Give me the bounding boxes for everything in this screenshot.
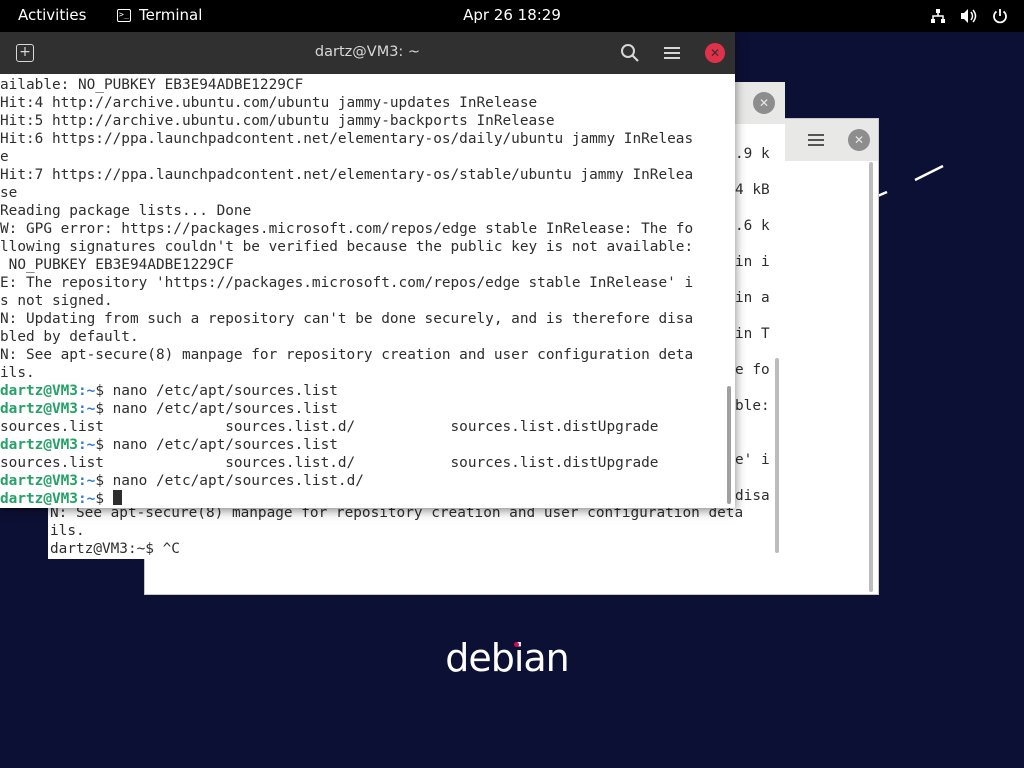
text-cursor <box>112 490 122 505</box>
search-icon[interactable] <box>620 43 640 63</box>
close-icon[interactable]: ✕ <box>705 43 725 63</box>
background-terminal-tail: N: See apt-secure(8) manpage for reposit… <box>50 504 772 558</box>
background-terminal-line: ils. <box>50 523 85 539</box>
prompt-path: :~ <box>77 437 96 453</box>
terminal-output-line: N: See apt-secure(8) manpage for reposit… <box>0 346 722 364</box>
prompt-user: dartz@VM3 <box>0 437 78 453</box>
terminal-output-line: s not signed. <box>0 292 722 310</box>
prompt-user: dartz@VM3 <box>0 473 78 489</box>
terminal-prompt-line: dartz@VM3:~$ nano /etc/apt/sources.list <box>0 436 722 454</box>
prompt-user: dartz@VM3 <box>0 401 78 417</box>
terminal-output-line: ils. <box>0 364 722 382</box>
system-tray[interactable] <box>930 8 1008 24</box>
terminal-prompt-line: dartz@VM3:~$ nano /etc/apt/sources.list <box>0 400 722 418</box>
line-text: se <box>0 185 18 201</box>
terminal-prompt-line: dartz@VM3:~$ nano /etc/apt/sources.list.… <box>0 472 722 490</box>
desktop-decoration-line <box>873 164 944 200</box>
terminal-output-line: N: Updating from such a repository can't… <box>0 310 722 328</box>
line-text: e <box>0 149 9 165</box>
line-text: sources.list sources.list.d/ sources.lis… <box>0 455 659 471</box>
terminal-output-line: ailable: NO_PUBKEY EB3E94ADBE1229CF <box>0 76 722 94</box>
background-text-fragment: in i <box>735 254 770 270</box>
background-text-fragment: in T <box>735 326 770 342</box>
background-terminal-text: .9 k4 kB .6 k in i in a in Te fo ble: e' i disa <box>735 145 770 523</box>
debian-logo: debian <box>445 636 570 680</box>
scrollbar[interactable] <box>775 358 779 553</box>
terminal-output-line: Hit:4 http://archive.ubuntu.com/ubuntu j… <box>0 94 722 112</box>
line-text: N: See apt-secure(8) manpage for reposit… <box>0 347 694 363</box>
prompt-path: :~ <box>77 491 96 507</box>
clock[interactable]: Apr 26 18:29 <box>0 6 1024 24</box>
terminal-output-line: Hit:5 http://archive.ubuntu.com/ubuntu j… <box>0 112 722 130</box>
line-text: $ nano /etc/apt/sources.list <box>95 437 338 453</box>
terminal-window[interactable]: + dartz@VM3: ~ ✕ ailable: NO_PUBKEY EB3E… <box>0 32 735 508</box>
terminal-output-line: bled by default. <box>0 328 722 346</box>
terminal-output-line: sources.list sources.list.d/ sources.lis… <box>0 418 722 436</box>
terminal-output-line: se <box>0 184 722 202</box>
background-text-fragment: .9 k <box>735 146 770 162</box>
line-text: s not signed. <box>0 293 113 309</box>
terminal-output-line: Reading package lists... Done <box>0 202 722 220</box>
terminal-output-line: NO_PUBKEY EB3E94ADBE1229CF <box>0 256 722 274</box>
line-text: llowing signatures couldn't be verified … <box>0 239 694 255</box>
line-text: ils. <box>0 365 35 381</box>
background-terminal-line: dartz@VM3:~$ ^C <box>50 541 180 557</box>
terminal-output-line: E: The repository 'https://packages.micr… <box>0 274 722 292</box>
prompt-path: :~ <box>77 401 96 417</box>
line-text: Reading package lists... Done <box>0 203 252 219</box>
background-text-fragment: 4 kB <box>735 182 770 198</box>
hamburger-menu-icon[interactable] <box>808 134 824 146</box>
background-text-fragment: in a <box>735 290 770 306</box>
line-text: $ nano /etc/apt/sources.list <box>95 401 338 417</box>
terminal-prompt-line: dartz@VM3:~$ nano /etc/apt/sources.list <box>0 382 722 400</box>
terminal-output-line: sources.list sources.list.d/ sources.lis… <box>0 454 722 472</box>
top-bar: Activities >_ Terminal Apr 26 18:29 <box>0 0 1024 32</box>
terminal-prompt-line: dartz@VM3:~$ <box>0 490 722 508</box>
network-icon[interactable] <box>930 8 946 24</box>
line-text: Hit:4 http://archive.ubuntu.com/ubuntu j… <box>0 95 538 111</box>
prompt-user: dartz@VM3 <box>0 491 78 507</box>
background-text-fragment: e fo <box>735 362 770 378</box>
prompt-path: :~ <box>77 473 96 489</box>
background-text-fragment: ble: <box>735 398 770 414</box>
window-headerbar[interactable]: + dartz@VM3: ~ ✕ <box>0 32 735 74</box>
terminal-output-line: Hit:6 https://ppa.launchpadcontent.net/e… <box>0 130 722 148</box>
line-text: bled by default. <box>0 329 139 345</box>
background-text-fragment: .6 k <box>735 218 770 234</box>
terminal-output-line: W: GPG error: https://packages.microsoft… <box>0 220 722 238</box>
line-text: N: Updating from such a repository can't… <box>0 311 694 327</box>
line-text: E: The repository 'https://packages.micr… <box>0 275 694 291</box>
line-text: $ nano /etc/apt/sources.list.d/ <box>95 473 364 489</box>
prompt-path: :~ <box>77 383 96 399</box>
scrollbar[interactable] <box>727 386 731 504</box>
power-icon[interactable] <box>992 8 1008 24</box>
hamburger-menu-icon[interactable] <box>664 47 680 59</box>
line-text: $ <box>95 491 113 507</box>
scrollbar[interactable] <box>869 162 873 592</box>
terminal-output[interactable]: ailable: NO_PUBKEY EB3E94ADBE1229CF Hit:4… <box>0 76 722 508</box>
close-icon[interactable]: ✕ <box>848 129 870 151</box>
background-text-fragment: e' i <box>735 452 770 468</box>
line-text: Hit:7 https://ppa.launchpadcontent.net/e… <box>0 167 694 183</box>
line-text: Hit:5 http://archive.ubuntu.com/ubuntu j… <box>0 113 555 129</box>
line-text: $ nano /etc/apt/sources.list <box>95 383 338 399</box>
line-text: ailable: NO_PUBKEY EB3E94ADBE1229CF <box>0 77 304 93</box>
terminal-output-line: llowing signatures couldn't be verified … <box>0 238 722 256</box>
line-text: NO_PUBKEY EB3E94ADBE1229CF <box>0 257 234 273</box>
terminal-output-line: e <box>0 148 722 166</box>
line-text: W: GPG error: https://packages.microsoft… <box>0 221 694 237</box>
volume-icon[interactable] <box>960 8 978 24</box>
prompt-user: dartz@VM3 <box>0 383 78 399</box>
line-text: sources.list sources.list.d/ sources.lis… <box>0 419 659 435</box>
terminal-output-line: Hit:7 https://ppa.launchpadcontent.net/e… <box>0 166 722 184</box>
close-icon[interactable]: ✕ <box>753 92 775 114</box>
line-text: Hit:6 https://ppa.launchpadcontent.net/e… <box>0 131 694 147</box>
